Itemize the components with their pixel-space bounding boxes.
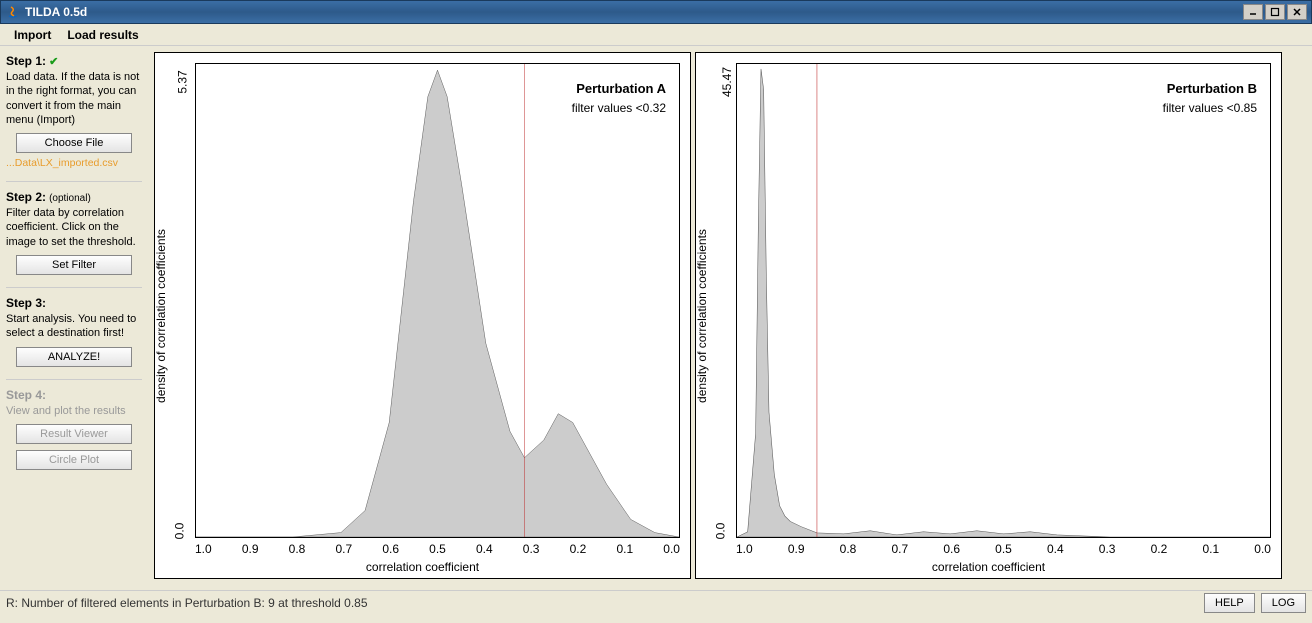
step1-title: Step 1: xyxy=(6,54,46,68)
log-button[interactable]: LOG xyxy=(1261,593,1306,613)
maximize-button[interactable] xyxy=(1265,4,1285,20)
plot-perturbation-a[interactable]: 5.37 0.0 density of correlation coeffici… xyxy=(154,52,691,579)
result-viewer-button: Result Viewer xyxy=(16,424,132,444)
statusbar: R: Number of filtered elements in Pertur… xyxy=(0,590,1312,614)
step3-desc: Start analysis. You need to select a des… xyxy=(6,312,142,341)
status-message: R: Number of filtered elements in Pertur… xyxy=(6,596,1198,610)
step1-desc: Load data. If the data is not in the rig… xyxy=(6,70,142,127)
menu-load-results[interactable]: Load results xyxy=(59,26,146,44)
step2-title: Step 2: xyxy=(6,190,46,204)
menu-import[interactable]: Import xyxy=(6,26,59,44)
plot-a-xlabel: correlation coefficient xyxy=(366,560,479,574)
step4-title: Step 4: xyxy=(6,388,142,402)
java-icon xyxy=(5,4,21,20)
analyze-button[interactable]: ANALYZE! xyxy=(16,347,132,367)
circle-plot-button: Circle Plot xyxy=(16,450,132,470)
plot-a-ymax: 5.37 xyxy=(176,70,190,93)
step2-optional: (optional) xyxy=(49,193,91,204)
plot-a-title: Perturbation A xyxy=(576,81,666,96)
step3-title: Step 3: xyxy=(6,296,142,310)
check-icon: ✔ xyxy=(49,56,58,68)
plot-b-xlabel: correlation coefficient xyxy=(932,560,1045,574)
titlebar: TILDA 0.5d xyxy=(0,0,1312,24)
choose-file-button[interactable]: Choose File xyxy=(16,133,132,153)
sidebar: Step 1: ✔ Load data. If the data is not … xyxy=(0,46,148,590)
plot-b-subtitle: filter values <0.85 xyxy=(1163,101,1257,115)
file-path: ...Data\LX_imported.csv xyxy=(6,157,142,169)
plot-b-title: Perturbation B xyxy=(1167,81,1257,96)
step4-desc: View and plot the results xyxy=(6,404,142,418)
plot-a-ylabel: density of correlation coefficients xyxy=(154,229,168,403)
plot-b-ylabel: density of correlation coefficients xyxy=(695,229,709,403)
plot-b-ymax: 45.47 xyxy=(720,67,734,97)
plot-a-subtitle: filter values <0.32 xyxy=(572,101,666,115)
menubar: Import Load results xyxy=(0,24,1312,46)
step2-desc: Filter data by correlation coefficient. … xyxy=(6,206,142,249)
help-button[interactable]: HELP xyxy=(1204,593,1255,613)
close-button[interactable] xyxy=(1287,4,1307,20)
plot-perturbation-b[interactable]: 45.47 0.0 density of correlation coeffic… xyxy=(695,52,1282,579)
plot-b-ymin: 0.0 xyxy=(713,523,727,540)
plot-a-ymin: 0.0 xyxy=(172,523,186,540)
minimize-button[interactable] xyxy=(1243,4,1263,20)
window-title: TILDA 0.5d xyxy=(25,5,1243,19)
set-filter-button[interactable]: Set Filter xyxy=(16,255,132,275)
